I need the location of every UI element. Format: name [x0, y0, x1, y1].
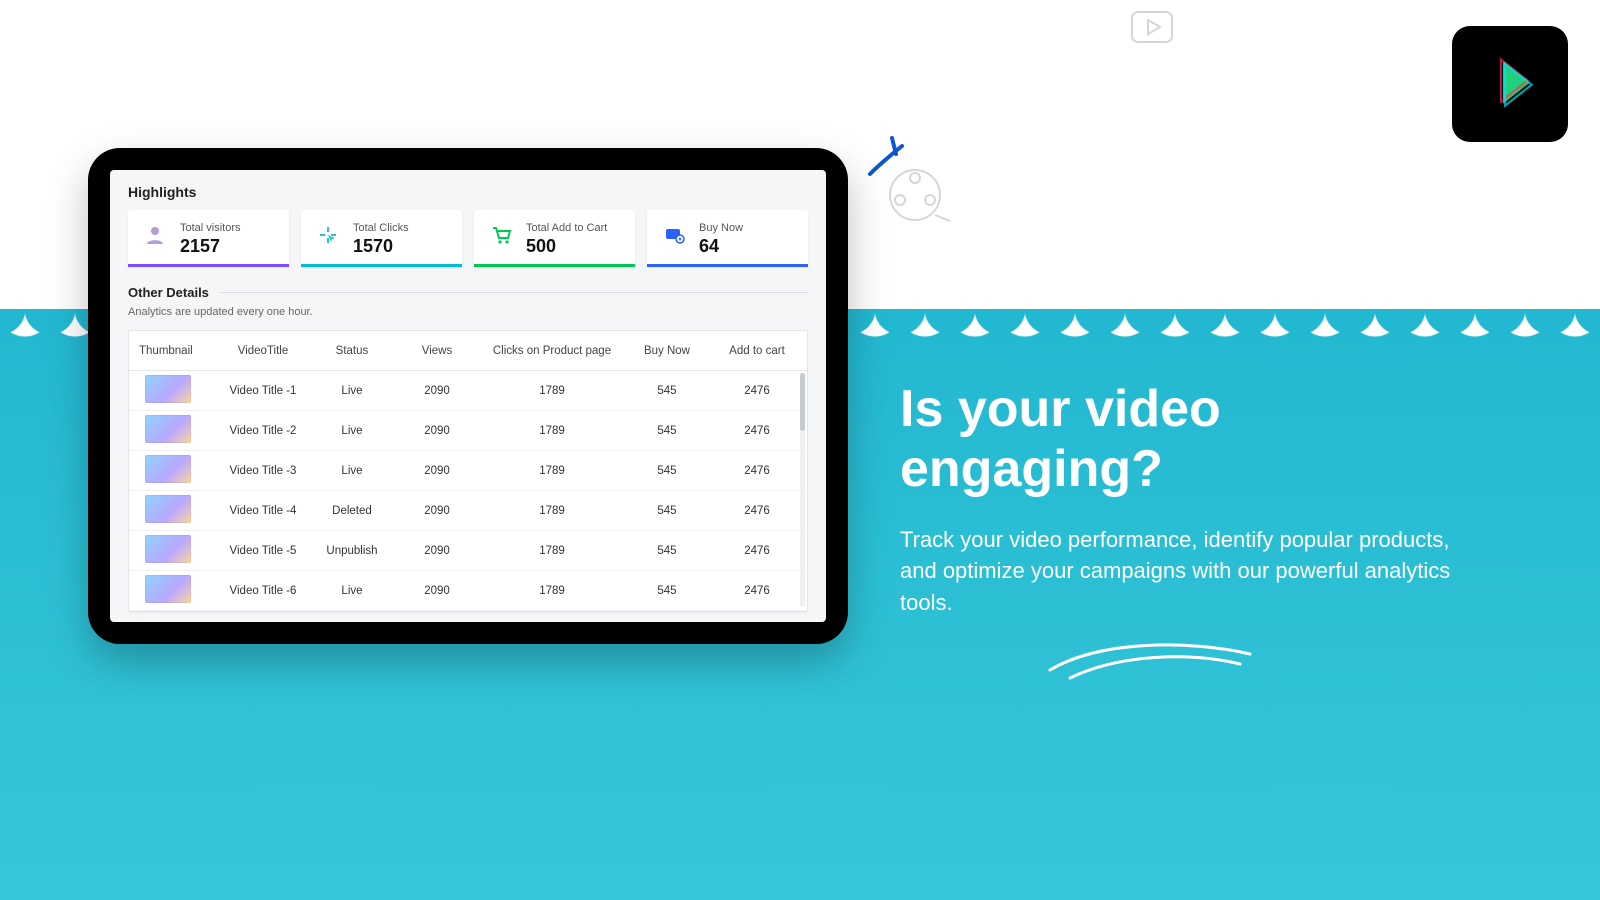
cell-buy: 545: [627, 505, 707, 517]
cell-clicks: 1789: [477, 465, 627, 477]
table-row[interactable]: Video Title -3Live209017895452476: [129, 451, 807, 491]
col-buynow: Buy Now: [627, 345, 707, 357]
card-accent: [647, 264, 808, 267]
thumbnail-image: [145, 535, 191, 563]
hero-body: Track your video performance, identify p…: [900, 524, 1460, 620]
cell-status: Unpublish: [307, 545, 397, 557]
cell-add: 2476: [707, 465, 807, 477]
analytics-table: Thumbnail VideoTitle Status Views Clicks…: [128, 330, 808, 612]
cell-title: Video Title -5: [219, 545, 307, 557]
cell-views: 2090: [397, 505, 477, 517]
cell-views: 2090: [397, 585, 477, 597]
table-row[interactable]: Video Title -2Live209017895452476: [129, 411, 807, 451]
cell-add: 2476: [707, 585, 807, 597]
cell-clicks: 1789: [477, 425, 627, 437]
table-row[interactable]: Video Title -1Live209017895452476: [129, 371, 807, 411]
col-thumbnail: Thumbnail: [129, 345, 219, 357]
cell-buy: 545: [627, 425, 707, 437]
cell-status: Live: [307, 385, 397, 397]
cell-buy: 545: [627, 545, 707, 557]
card-value: 500: [526, 236, 607, 257]
cell-status: Live: [307, 465, 397, 477]
other-details-heading: Other Details: [128, 285, 209, 300]
cell-buy: 545: [627, 465, 707, 477]
cell-views: 2090: [397, 545, 477, 557]
cell-status: Deleted: [307, 505, 397, 517]
highlight-cards: Total visitors 2157 Total Clicks 1570 To…: [128, 210, 808, 267]
app-logo: [1452, 26, 1568, 142]
update-note: Analytics are updated every one hour.: [128, 306, 808, 318]
table-row[interactable]: Video Title -5Unpublish209017895452476: [129, 531, 807, 571]
card-label: Total Add to Cart: [526, 222, 607, 234]
click-icon: [315, 222, 341, 248]
table-row[interactable]: Video Title -6Live209017895452476: [129, 571, 807, 611]
cell-add: 2476: [707, 385, 807, 397]
card-total-visitors[interactable]: Total visitors 2157: [128, 210, 289, 267]
card-label: Total visitors: [180, 222, 241, 234]
buy-icon: [661, 222, 687, 248]
cell-title: Video Title -4: [219, 505, 307, 517]
col-views: Views: [397, 345, 477, 357]
cell-add: 2476: [707, 425, 807, 437]
highlights-heading: Highlights: [128, 184, 808, 200]
col-clicks: Clicks on Product page: [477, 345, 627, 357]
card-value: 1570: [353, 236, 409, 257]
cell-title: Video Title -2: [219, 425, 307, 437]
card-buy-now[interactable]: Buy Now 64: [647, 210, 808, 267]
card-value: 64: [699, 236, 743, 257]
card-accent: [128, 264, 289, 267]
cart-icon: [488, 222, 514, 248]
card-label: Total Clicks: [353, 222, 409, 234]
doodle-reel-icon: [880, 160, 950, 230]
cell-views: 2090: [397, 465, 477, 477]
col-videotitle: VideoTitle: [219, 345, 307, 357]
cell-clicks: 1789: [477, 585, 627, 597]
cell-status: Live: [307, 585, 397, 597]
cell-status: Live: [307, 425, 397, 437]
col-addtocart: Add to cart: [707, 345, 807, 357]
thumbnail-image: [145, 415, 191, 443]
card-add-to-cart[interactable]: Total Add to Cart 500: [474, 210, 635, 267]
thumbnail-image: [145, 375, 191, 403]
hero-title: Is your video engaging?: [900, 380, 1460, 500]
thumbnail-image: [145, 455, 191, 483]
cell-clicks: 1789: [477, 385, 627, 397]
tablet-frame: Highlights Total visitors 2157 Total Cli…: [88, 148, 848, 644]
hero-copy: Is your video engaging? Track your video…: [900, 380, 1460, 619]
card-label: Buy Now: [699, 222, 743, 234]
cell-buy: 545: [627, 385, 707, 397]
cell-views: 2090: [397, 425, 477, 437]
doodle-play-icon: [1130, 10, 1174, 46]
thumbnail-image: [145, 575, 191, 603]
cell-buy: 545: [627, 585, 707, 597]
table-header: Thumbnail VideoTitle Status Views Clicks…: [129, 331, 807, 371]
cell-title: Video Title -1: [219, 385, 307, 397]
cell-title: Video Title -3: [219, 465, 307, 477]
cell-clicks: 1789: [477, 505, 627, 517]
table-row[interactable]: Video Title -4Deleted209017895452476: [129, 491, 807, 531]
card-accent: [301, 264, 462, 267]
cell-title: Video Title -6: [219, 585, 307, 597]
col-status: Status: [307, 345, 397, 357]
table-body: Video Title -1Live209017895452476Video T…: [129, 371, 807, 611]
swoosh-icon: [1040, 630, 1260, 690]
card-total-clicks[interactable]: Total Clicks 1570: [301, 210, 462, 267]
dashboard-screen: Highlights Total visitors 2157 Total Cli…: [110, 170, 826, 622]
cell-views: 2090: [397, 385, 477, 397]
card-accent: [474, 264, 635, 267]
table-scrollbar[interactable]: [800, 373, 805, 607]
user-icon: [142, 222, 168, 248]
cell-clicks: 1789: [477, 545, 627, 557]
divider: [221, 292, 808, 293]
cell-add: 2476: [707, 545, 807, 557]
thumbnail-image: [145, 495, 191, 523]
card-value: 2157: [180, 236, 241, 257]
cell-add: 2476: [707, 505, 807, 517]
